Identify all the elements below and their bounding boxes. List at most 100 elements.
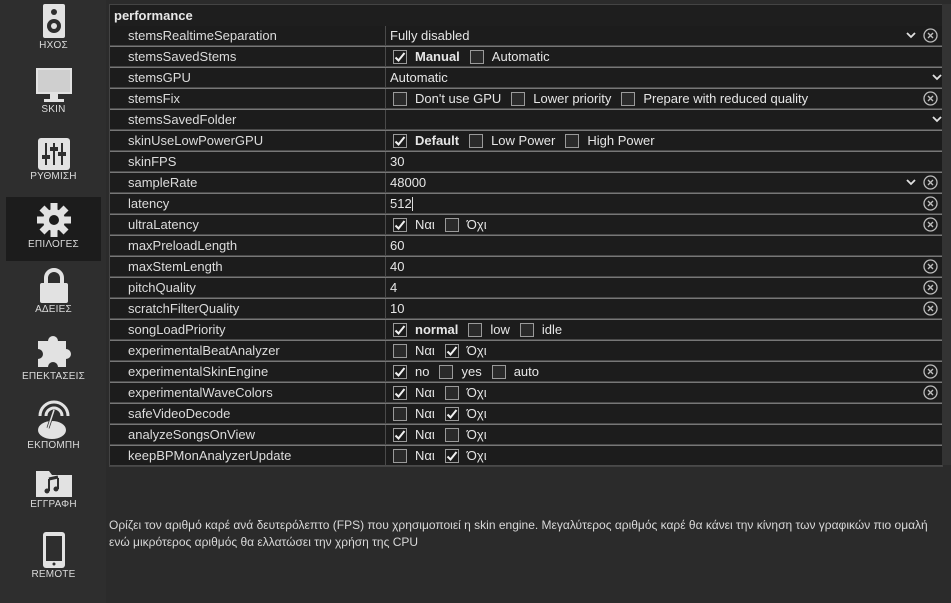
- option-label[interactable]: idle: [542, 320, 562, 339]
- setting-value[interactable]: Fully disabled: [387, 26, 942, 45]
- value-text[interactable]: Fully disabled: [390, 26, 470, 45]
- value-text[interactable]: Automatic: [390, 68, 448, 87]
- clear-icon[interactable]: [923, 301, 938, 316]
- setting-value[interactable]: Ναι Όχι: [387, 341, 942, 360]
- option-checkbox[interactable]: [393, 133, 407, 148]
- chevron-down-icon[interactable]: [904, 26, 918, 45]
- clear-icon[interactable]: [923, 175, 938, 190]
- nav-item-broadcast[interactable]: ΕΚΠΟΜΠΗ: [6, 396, 101, 458]
- clear-icon[interactable]: [923, 364, 938, 379]
- option-checkbox[interactable]: [444, 343, 459, 358]
- option-label[interactable]: Όχι: [467, 446, 487, 465]
- option-checkbox[interactable]: [393, 427, 407, 442]
- nav-item-permissions[interactable]: ΑΔΕΙΕΣ: [6, 268, 101, 324]
- option-label[interactable]: yes: [461, 362, 481, 381]
- option-label[interactable]: Manual: [415, 47, 460, 66]
- option-checkbox[interactable]: [393, 322, 407, 337]
- setting-value[interactable]: Ναι Όχι: [387, 383, 942, 402]
- option-checkbox[interactable]: [469, 133, 484, 148]
- setting-value[interactable]: 30: [387, 152, 942, 171]
- option-label[interactable]: High Power: [587, 131, 654, 150]
- nav-item-remote[interactable]: REMOTE: [6, 531, 101, 591]
- option-label[interactable]: low: [490, 320, 510, 339]
- setting-value[interactable]: [387, 110, 942, 129]
- nav-item-extensions[interactable]: ΕΠΕΚΤΑΣΕΙΣ: [6, 331, 101, 391]
- clear-icon[interactable]: [923, 217, 938, 232]
- option-checkbox[interactable]: [565, 133, 580, 148]
- value-text[interactable]: 30: [390, 152, 404, 171]
- setting-value[interactable]: 48000: [387, 173, 942, 192]
- option-label[interactable]: Default: [415, 131, 459, 150]
- option-label[interactable]: Prepare with reduced quality: [643, 89, 808, 108]
- setting-value[interactable]: 60: [387, 236, 942, 255]
- option-checkbox[interactable]: [444, 448, 459, 463]
- option-checkbox[interactable]: [439, 364, 454, 379]
- setting-value[interactable]: 10: [387, 299, 942, 318]
- option-checkbox[interactable]: [393, 448, 407, 463]
- setting-value[interactable]: 512: [387, 194, 942, 213]
- nav-item-skin[interactable]: SKIN: [6, 66, 101, 128]
- option-checkbox[interactable]: [393, 385, 407, 400]
- clear-icon[interactable]: [923, 196, 938, 211]
- option-label[interactable]: Όχι: [467, 425, 487, 444]
- setting-value[interactable]: Default Low Power High Power: [387, 131, 942, 150]
- option-label[interactable]: normal: [415, 320, 458, 339]
- chevron-down-icon[interactable]: [904, 173, 918, 192]
- option-checkbox[interactable]: [621, 91, 636, 106]
- nav-item-options[interactable]: ΕΠΙΛΟΓΕΣ: [6, 197, 101, 261]
- nav-item-settings[interactable]: ΡΥΘΜΙΣΗ: [6, 134, 101, 194]
- clear-icon[interactable]: [923, 280, 938, 295]
- clear-icon[interactable]: [923, 259, 938, 274]
- setting-value[interactable]: 40: [387, 257, 942, 276]
- option-checkbox[interactable]: [444, 385, 459, 400]
- option-checkbox[interactable]: [468, 322, 483, 337]
- option-label[interactable]: Ναι: [415, 341, 435, 360]
- option-checkbox[interactable]: [393, 406, 407, 421]
- option-checkbox[interactable]: [393, 91, 407, 106]
- option-label[interactable]: Όχι: [467, 383, 487, 402]
- option-label[interactable]: Ναι: [415, 404, 435, 423]
- option-checkbox[interactable]: [469, 49, 484, 64]
- option-checkbox[interactable]: [491, 364, 506, 379]
- setting-value[interactable]: Automatic: [387, 68, 942, 87]
- option-label[interactable]: Όχι: [467, 215, 487, 234]
- setting-value[interactable]: no yes auto: [387, 362, 942, 381]
- setting-value[interactable]: Manual Automatic: [387, 47, 942, 66]
- setting-value[interactable]: Don't use GPU Lower priority Prepare with …: [387, 89, 942, 108]
- nav-item-record[interactable]: ΕΓΓΡΑΦΗ: [6, 467, 101, 523]
- option-checkbox[interactable]: [444, 406, 459, 421]
- setting-value[interactable]: Ναι Όχι: [387, 446, 942, 465]
- option-checkbox[interactable]: [393, 364, 407, 379]
- option-label[interactable]: Don't use GPU: [415, 89, 501, 108]
- setting-value[interactable]: Ναι Όχι: [387, 215, 942, 234]
- option-label[interactable]: Ναι: [415, 383, 435, 402]
- scrollbar[interactable]: [942, 4, 951, 465]
- value-text[interactable]: 512: [390, 194, 412, 213]
- value-text[interactable]: 10: [390, 299, 404, 318]
- value-text[interactable]: 48000: [390, 173, 426, 192]
- option-checkbox[interactable]: [393, 217, 407, 232]
- option-label[interactable]: Low Power: [491, 131, 555, 150]
- option-label[interactable]: Ναι: [415, 425, 435, 444]
- setting-value[interactable]: Ναι Όχι: [387, 425, 942, 444]
- option-label[interactable]: Lower priority: [533, 89, 611, 108]
- value-text[interactable]: 60: [390, 236, 404, 255]
- clear-icon[interactable]: [923, 91, 938, 106]
- option-label[interactable]: Όχι: [467, 341, 487, 360]
- option-label[interactable]: auto: [514, 362, 539, 381]
- option-checkbox[interactable]: [393, 49, 407, 64]
- option-label[interactable]: Ναι: [415, 215, 435, 234]
- clear-icon[interactable]: [923, 385, 938, 400]
- setting-value[interactable]: normal low idle: [387, 320, 942, 339]
- option-checkbox[interactable]: [519, 322, 534, 337]
- setting-value[interactable]: Ναι Όχι: [387, 404, 942, 423]
- option-checkbox[interactable]: [444, 217, 459, 232]
- option-checkbox[interactable]: [511, 91, 526, 106]
- setting-value[interactable]: 4: [387, 278, 942, 297]
- option-label[interactable]: Όχι: [467, 404, 487, 423]
- option-label[interactable]: no: [415, 362, 429, 381]
- nav-item-sound[interactable]: ΗΧΟΣ: [6, 2, 101, 62]
- value-text[interactable]: 40: [390, 257, 404, 276]
- option-checkbox[interactable]: [444, 427, 459, 442]
- option-label[interactable]: Ναι: [415, 446, 435, 465]
